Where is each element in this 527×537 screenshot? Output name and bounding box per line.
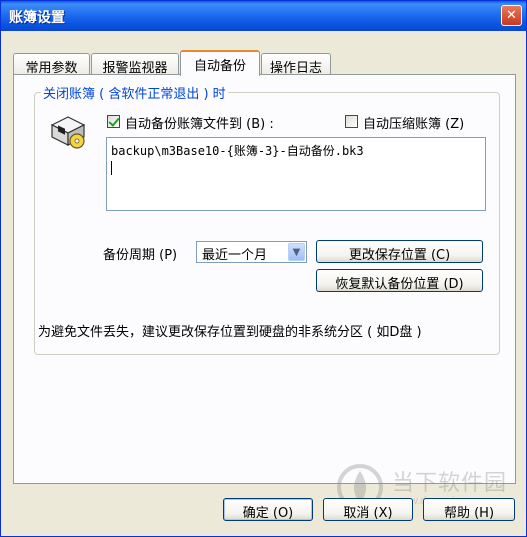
group-title: 关闭账簿 ( 含软件正常退出 ) 时 — [41, 83, 228, 102]
change-location-button[interactable]: 更改保存位置 (C) — [316, 240, 483, 263]
auto-compress-label: 自动压缩账簿 (Z) — [363, 117, 465, 132]
backup-period-select[interactable]: 最近一个月 ▼ — [196, 241, 307, 263]
tab-auto-backup[interactable]: 自动备份 — [180, 50, 260, 76]
restore-default-label: 恢复默认备份位置 (D) — [335, 277, 464, 292]
cancel-button[interactable]: 取消 (X) — [323, 498, 413, 521]
ok-label: 确定 (O) — [242, 506, 294, 521]
ok-button[interactable]: 确定 (O) — [223, 498, 313, 521]
chevron-down-icon[interactable]: ▼ — [288, 243, 305, 261]
backup-period-value: 最近一个月 — [202, 248, 268, 263]
window-title: 账簿设置 — [9, 10, 65, 26]
title-bar[interactable]: 账簿设置 ✕ — [1, 1, 526, 31]
watermark-text: 当下软件园 — [392, 471, 508, 496]
change-location-label: 更改保存位置 (C) — [348, 248, 451, 263]
tab-common-params[interactable]: 常用参数 — [13, 53, 90, 76]
help-button[interactable]: 帮助 (H) — [423, 498, 515, 521]
auto-backup-checkbox[interactable] — [107, 115, 120, 128]
close-icon: ✕ — [506, 8, 517, 23]
tab-panel-auto-backup: 关闭账簿 ( 含软件正常退出 ) 时 自动备份账簿文件到 (B) : 自动压缩账… — [13, 74, 516, 484]
tab-alarm-monitor[interactable]: 报警监视器 — [91, 53, 179, 76]
backup-period-label: 备份周期 (P) — [103, 248, 178, 263]
backup-path-value: backup\m3Base10-{账簿-3}-自动备份.bk3 — [111, 144, 364, 158]
auto-backup-label: 自动备份账簿文件到 (B) : — [125, 117, 274, 132]
hint-text: 为避免文件丢失，建议更改保存位置到硬盘的非系统分区 ( 如D盘 ) — [38, 325, 422, 340]
tab-label: 自动备份 — [193, 59, 246, 74]
close-ledger-group: 关闭账簿 ( 含软件正常退出 ) 时 自动备份账簿文件到 (B) : 自动压缩账… — [34, 83, 500, 355]
cancel-label: 取消 (X) — [343, 506, 393, 521]
dialog-window: 账簿设置 ✕ 常用参数 报警监视器 自动备份 操作日志 关闭账簿 ( 含软件正常… — [0, 0, 527, 537]
tab-operation-log[interactable]: 操作日志 — [261, 53, 331, 76]
auto-compress-checkbox[interactable] — [345, 115, 358, 128]
backup-path-input[interactable]: backup\m3Base10-{账簿-3}-自动备份.bk3 — [106, 137, 486, 211]
restore-default-location-button[interactable]: 恢复默认备份位置 (D) — [316, 269, 483, 292]
backup-drive-icon — [50, 116, 86, 149]
help-label: 帮助 (H) — [443, 506, 495, 521]
close-button[interactable]: ✕ — [501, 5, 522, 26]
text-caret — [111, 161, 112, 175]
